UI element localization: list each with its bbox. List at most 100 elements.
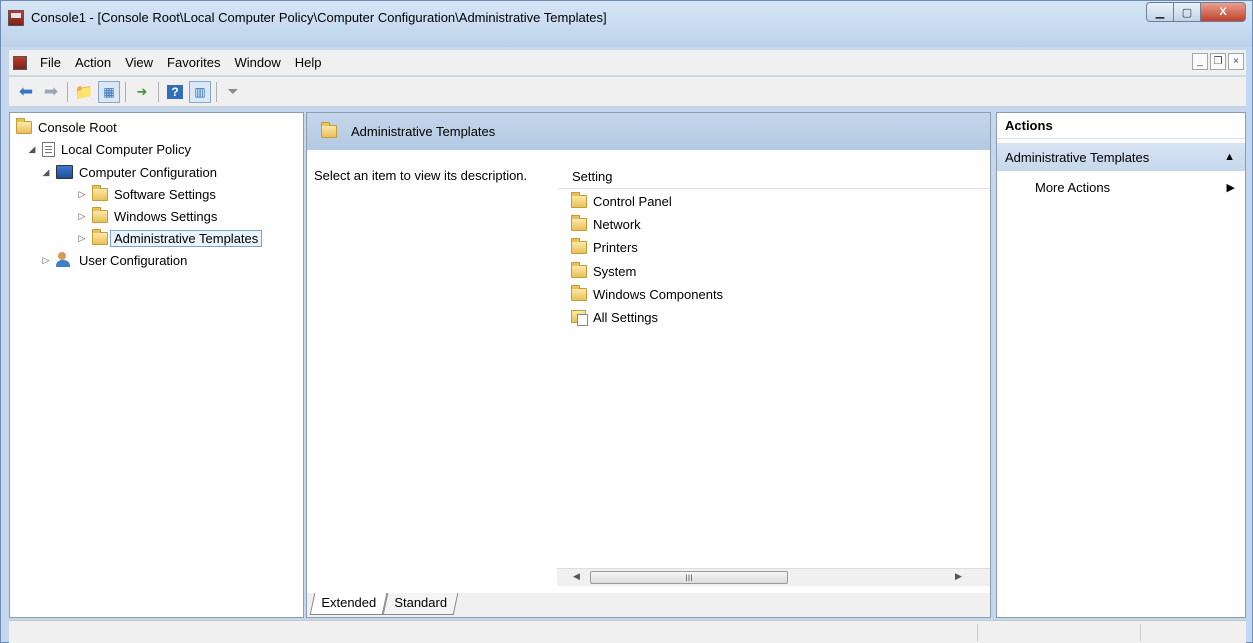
menu-view[interactable]: View <box>118 55 160 70</box>
scrollbar-thumb[interactable]: III <box>590 571 788 584</box>
console-tree-icon: ▦ <box>103 84 115 99</box>
help-icon: ? <box>167 84 183 99</box>
column-header-setting[interactable]: Setting <box>557 165 990 189</box>
expand-arrow-icon[interactable]: ▷ <box>76 189 88 200</box>
actions-section-label: Administrative Templates <box>1005 149 1150 165</box>
tree-item-administrative-templates[interactable]: ▷ Administrative Templates <box>76 227 263 249</box>
tree-item-console-root[interactable]: Console Root <box>16 116 117 138</box>
tree-item-label: User Configuration <box>79 252 188 268</box>
status-divider <box>977 624 978 641</box>
tab-label: Extended <box>321 595 377 610</box>
view-tabs: Extended Standard <box>307 593 990 617</box>
more-actions-link[interactable]: More Actions ▶ <box>1035 178 1245 196</box>
folder-icon <box>571 284 587 301</box>
tree-item-computer-configuration[interactable]: ◢ Computer Configuration <box>40 161 218 183</box>
folder-icon <box>92 228 108 245</box>
status-bar <box>9 620 1246 643</box>
list-item-label: Control Panel <box>593 193 672 209</box>
filter-icon: ⏷ <box>227 83 239 99</box>
list-item-all-settings[interactable]: All Settings <box>571 306 658 328</box>
back-arrow-icon: ⬅ <box>18 81 34 101</box>
tree-item-windows-settings[interactable]: ▷ Windows Settings <box>76 205 217 227</box>
mmc-app-icon[interactable] <box>8 10 24 26</box>
forward-arrow-icon: ➡ <box>43 81 59 101</box>
tree-item-software-settings[interactable]: ▷ Software Settings <box>76 183 216 205</box>
results-header-title: Administrative Templates <box>351 124 496 139</box>
column-header-label: Setting <box>572 169 613 184</box>
toolbar-separator <box>158 81 159 102</box>
folder-icon <box>321 122 337 138</box>
up-one-level-button[interactable]: 📁 <box>73 81 95 103</box>
document-icon[interactable] <box>13 55 27 70</box>
user-icon <box>56 252 73 268</box>
child-restore-button[interactable]: ❐ <box>1210 53 1226 70</box>
mmc-window: Console1 - [Console Root\Local Computer … <box>0 0 1253 643</box>
maximize-button[interactable]: ▢ <box>1173 2 1201 22</box>
folder-icon <box>16 117 32 134</box>
forward-button[interactable]: ➡ <box>40 81 62 103</box>
scroll-grip-icon: III <box>685 572 693 583</box>
menu-help[interactable]: Help <box>288 55 329 70</box>
list-item-network[interactable]: Network <box>571 213 641 235</box>
back-button[interactable]: ⬅ <box>15 81 37 103</box>
export-list-button[interactable]: ➜ <box>131 81 153 103</box>
actions-header: Actions <box>997 113 1245 139</box>
collapse-up-icon[interactable]: ▲ <box>1224 151 1235 163</box>
folder-icon <box>571 214 587 231</box>
menu-file[interactable]: File <box>33 55 68 70</box>
expand-arrow-icon[interactable]: ▷ <box>76 211 88 222</box>
submenu-arrow-icon: ▶ <box>1226 181 1235 194</box>
show-hide-action-pane-button[interactable]: ▥ <box>189 80 211 103</box>
settings-list: Setting Control Panel Network Printers S… <box>557 150 990 590</box>
tree-item-local-computer-policy[interactable]: ◢ Local Computer Policy <box>26 138 191 160</box>
results-header: Administrative Templates <box>307 113 990 150</box>
list-item-system[interactable]: System <box>571 260 636 282</box>
list-item-windows-components[interactable]: Windows Components <box>571 283 723 305</box>
tree-item-label: Administrative Templates <box>110 229 263 247</box>
child-close-button[interactable]: × <box>1228 53 1244 70</box>
tree-item-user-configuration[interactable]: ▷ User Configuration <box>40 249 187 271</box>
horizontal-scrollbar[interactable]: ◀ III ▶ <box>557 568 990 586</box>
more-actions-label: More Actions <box>1035 179 1111 195</box>
close-icon: X <box>1219 6 1227 18</box>
tab-standard[interactable]: Standard <box>382 593 459 615</box>
list-item-label: System <box>593 263 637 279</box>
list-item-label: Printers <box>593 239 638 255</box>
actions-section-administrative-templates[interactable]: Administrative Templates ▲ <box>997 143 1245 171</box>
tab-extended[interactable]: Extended <box>309 593 388 615</box>
toolbar-separator <box>216 81 217 102</box>
help-button[interactable]: ? <box>164 81 186 103</box>
tree-item-label: Computer Configuration <box>79 164 218 180</box>
child-minimize-button[interactable]: _ <box>1192 53 1208 70</box>
menu-bar: File Action View Favorites Window Help _… <box>9 50 1246 76</box>
list-item-label: Windows Components <box>593 286 724 302</box>
results-pane: Administrative Templates Select an item … <box>306 112 991 618</box>
collapse-arrow-icon[interactable]: ◢ <box>26 144 38 155</box>
expand-arrow-icon[interactable]: ▷ <box>40 255 52 266</box>
tree-item-label: Software Settings <box>114 186 216 202</box>
menu-window[interactable]: Window <box>228 55 288 70</box>
expand-arrow-icon[interactable]: ▷ <box>76 233 88 244</box>
folder-up-icon: 📁 <box>74 83 94 101</box>
status-divider <box>1140 624 1141 641</box>
list-item-printers[interactable]: Printers <box>571 236 638 258</box>
list-item-label: All Settings <box>593 309 659 325</box>
close-button[interactable]: X <box>1200 2 1246 22</box>
collapse-arrow-icon[interactable]: ◢ <box>40 167 52 178</box>
menu-favorites[interactable]: Favorites <box>160 55 227 70</box>
policy-icon <box>42 141 55 157</box>
tree-item-label: Local Computer Policy <box>61 141 192 157</box>
scroll-right-arrow-icon[interactable]: ▶ <box>955 571 962 582</box>
folder-icon <box>571 191 587 208</box>
mdi-buttons: _ ❐ × <box>1190 53 1244 70</box>
menu-action[interactable]: Action <box>68 55 118 70</box>
console-tree: Console Root ◢ Local Computer Policy ◢ C… <box>9 112 304 618</box>
minimize-button[interactable]: ▁ <box>1146 2 1174 22</box>
filter-button[interactable]: ⏷ <box>222 81 244 103</box>
scroll-left-arrow-icon[interactable]: ◀ <box>573 571 580 582</box>
tab-label: Standard <box>394 595 448 610</box>
list-item-control-panel[interactable]: Control Panel <box>571 190 672 212</box>
show-hide-console-tree-button[interactable]: ▦ <box>98 80 120 103</box>
title-bar[interactable]: Console1 - [Console Root\Local Computer … <box>1 1 1252 47</box>
caption-buttons: ▁ ▢ X <box>1146 2 1246 22</box>
